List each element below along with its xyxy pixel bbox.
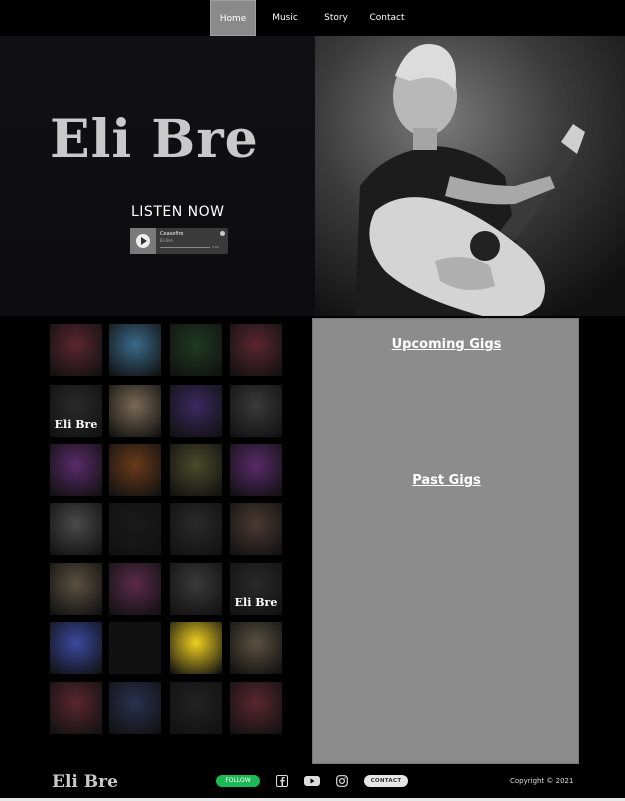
nav-music[interactable]: Music [266,0,304,36]
gallery-thumb-yellow-bird-poster[interactable] [170,622,222,674]
gallery-thumb-guitarist-bar-photo[interactable] [50,503,102,555]
gallery-thumb-gig-poster[interactable]: Eli Bre [50,385,102,437]
track-time: 0:00 [212,245,219,249]
gallery-thumb-pink-blue-artwork[interactable] [50,622,102,674]
gallery-thumb-bar-interior-photo[interactable] [230,385,282,437]
gallery-thumb-cambridge-folk-club-logo[interactable] [50,444,102,496]
top-nav: Home Music Story Contact [0,0,625,36]
facebook-icon[interactable] [276,775,288,787]
youtube-icon[interactable] [304,775,320,787]
site-logo[interactable]: Eli Bre [50,114,259,166]
gallery-thumb-guitarist-stage-photo[interactable] [50,324,102,376]
spotify-follow-button[interactable]: FOLLOW [216,775,260,787]
gallery-thumb-guitarist-stage-photo[interactable] [50,682,102,734]
instagram-icon[interactable] [336,775,348,787]
track-artist: Eli Bre [160,238,173,243]
follow-label: FOLLOW [225,777,251,784]
footer-contact-button[interactable]: CONTACT [364,775,408,787]
gallery-thumb-green-performer-photo[interactable] [170,444,222,496]
gallery-thumb-white-logo-badge[interactable] [109,622,161,674]
nav-story[interactable]: Story [318,0,354,36]
thumb-caption: Eli Bre [54,418,98,431]
gallery-thumb-blue-audience-photo[interactable] [109,682,161,734]
gallery-thumb-green-stage-photo[interactable] [170,324,222,376]
gallery-thumb-guitarist-stage-photo[interactable] [230,324,282,376]
play-icon[interactable] [136,234,150,248]
gallery-thumb-blue-storefront-photo[interactable] [109,324,161,376]
gallery-thumb-chalkboard-sign-photo[interactable] [230,622,282,674]
footer: Eli Bre FOLLOW CONTACT Copyright © 2021 [0,768,625,798]
photo-gallery: Eli Bre Eli Bre [0,316,312,776]
spotify-player-widget[interactable]: Ceasefire Eli Bre 0:00 [130,228,228,254]
gallery-thumb-guitarist-stage-photo[interactable] [230,682,282,734]
gallery-thumb-cambridge-folk-club-logo[interactable] [230,444,282,496]
nav-contact[interactable]: Contact [364,0,410,36]
hero-section: Eli Bre LISTEN NOW Ceasefire Eli Bre 0:0… [0,36,625,316]
footer-logo[interactable]: Eli Bre [52,772,118,792]
nav-home[interactable]: Home [210,0,256,36]
gallery-thumb-gig-poster-bw[interactable] [109,503,161,555]
track-title: Ceasefire [160,231,184,237]
gallery-thumb-spotlight-photo[interactable] [170,503,222,555]
gallery-thumb-warm-stage-photo[interactable] [109,444,161,496]
album-art [130,228,156,254]
gigs-panel: Upcoming Gigs Past Gigs [312,318,579,764]
progress-bar[interactable] [160,247,210,248]
hero-left-panel: Eli Bre LISTEN NOW Ceasefire Eli Bre 0:0… [0,36,315,316]
gallery-thumb-portrait-bw-photo[interactable] [170,682,222,734]
listen-now-heading: LISTEN NOW [131,204,225,220]
guitarist-illustration [315,36,625,316]
copyright-text: Copyright © 2021 [510,777,574,785]
gallery-thumb-purple-stage-photo[interactable] [170,385,222,437]
upcoming-gigs-link[interactable]: Upcoming Gigs [313,337,580,352]
gallery-thumb-street-performer-photo[interactable] [230,503,282,555]
gallery-thumb-crowd-pink-photo[interactable] [109,563,161,615]
gallery-thumb-acoustic-jam-poster[interactable] [109,385,161,437]
hero-guitarist-photo [315,36,625,316]
gallery-thumb-chalkboard-sign-photo[interactable] [50,563,102,615]
spotify-icon[interactable] [220,231,225,236]
past-gigs-link[interactable]: Past Gigs [313,473,580,488]
gallery-thumb-gig-poster[interactable]: Eli Bre [230,563,282,615]
thumb-caption: Eli Bre [234,596,278,609]
gallery-thumb-bar-interior-photo[interactable] [170,563,222,615]
